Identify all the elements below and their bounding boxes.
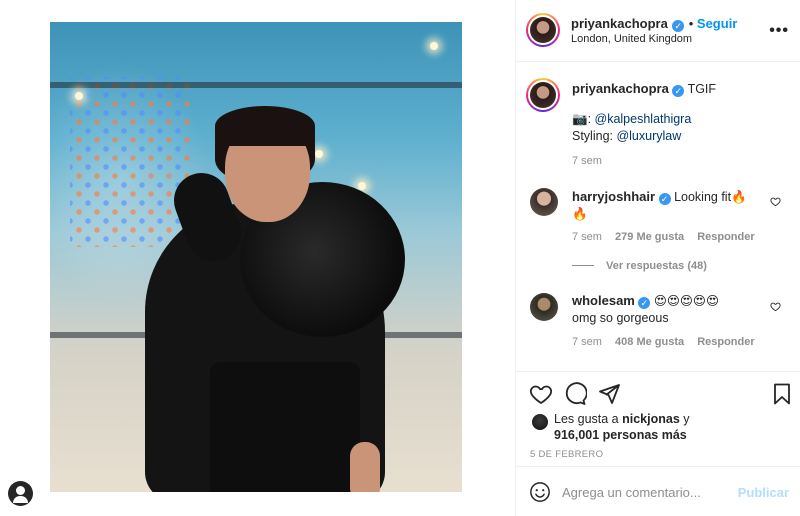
caption-author-avatar[interactable] (526, 78, 560, 112)
share-paper-plane-icon[interactable] (597, 382, 621, 406)
comment-meta: 7 sem 408 Me gusta Responder (572, 336, 755, 348)
comment-meta: 7 sem 279 Me gusta Responder (572, 231, 755, 243)
like-comment-heart-icon[interactable] (770, 196, 781, 207)
post-header: priyankachopra ✓ • Seguir London, United… (516, 0, 800, 62)
comment-time[interactable]: 7 sem (572, 231, 602, 243)
comment-body: wholesam ✓ 😍😍😍😍😍 omg so gorgeous (572, 292, 762, 327)
post-actions: Les gusta a nickjonas y 916,001 personas… (516, 371, 800, 466)
more-options-icon[interactable]: ••• (769, 22, 789, 40)
instagram-post-page: priyankachopra ✓ • Seguir London, United… (0, 0, 800, 516)
photo-shelf (50, 82, 462, 88)
comment-text: Looking fit🔥 (674, 190, 747, 204)
like-comment-heart-icon[interactable] (770, 301, 781, 312)
liker-avatar[interactable] (532, 414, 548, 430)
author-avatar[interactable] (526, 13, 560, 47)
comment-body: harryjoshhair ✓ Looking fit🔥 🔥 (572, 188, 762, 223)
caption-styling: Styling: @luxurylaw (572, 128, 782, 145)
likes-prefix: Les gusta a (554, 412, 623, 426)
post-side-panel: priyankachopra ✓ • Seguir London, United… (515, 0, 800, 516)
comment-text-line2: 🔥 (572, 207, 588, 221)
liker-username[interactable]: nickjonas (622, 412, 680, 426)
verified-badge-icon: ✓ (672, 85, 685, 97)
photographer-mention[interactable]: @kalpeshlathigra (595, 112, 692, 126)
photo-light (430, 42, 438, 50)
styling-prefix: Styling: (572, 129, 617, 143)
photo-skirt (210, 362, 360, 492)
photo-pane (0, 0, 515, 516)
add-comment-bar: Publicar (516, 466, 800, 516)
verified-badge-icon: ✓ (658, 193, 671, 205)
comment-text-line2: omg so gorgeous (572, 311, 669, 325)
commenter-avatar[interactable] (530, 188, 558, 216)
photo-light (75, 92, 83, 100)
follow-button[interactable]: Seguir (697, 16, 737, 31)
photo-light (358, 182, 366, 190)
comment-text: 😍😍😍😍😍 (653, 294, 719, 308)
caption-text: TGIF (687, 82, 717, 96)
photo-backdrop-dots (70, 77, 190, 247)
reply-button[interactable]: Responder (697, 231, 754, 243)
save-bookmark-icon[interactable] (770, 382, 794, 406)
photo-hair-top (215, 106, 315, 146)
post-date[interactable]: 5 DE FEBRERO (530, 449, 603, 460)
caption-time[interactable]: 7 sem (572, 155, 602, 167)
user-avatar-icon[interactable] (8, 481, 33, 506)
publish-button[interactable]: Publicar (738, 485, 789, 500)
emoji-smiley-icon[interactable] (529, 481, 551, 503)
comments-list[interactable]: priyankachopra ✓ TGIF 📷: @kalpeshlathigr… (516, 63, 800, 371)
photo-light (315, 150, 323, 158)
comment-username[interactable]: wholesam (572, 293, 635, 308)
commenter-avatar[interactable] (530, 293, 558, 321)
author-username[interactable]: priyankachopra (571, 16, 668, 31)
photo-hand (350, 442, 380, 492)
like-heart-icon[interactable] (529, 382, 553, 406)
reply-button[interactable]: Responder (697, 336, 754, 348)
comment-username[interactable]: harryjoshhair (572, 189, 655, 204)
caption-credit: 📷: @kalpeshlathigra (572, 111, 782, 128)
camera-credit-prefix: 📷: (572, 112, 595, 126)
likes-count[interactable]: 916,001 personas más (554, 428, 687, 442)
comment-bubble-icon[interactable] (563, 382, 587, 406)
comment-time[interactable]: 7 sem (572, 336, 602, 348)
post-photo[interactable] (50, 22, 462, 492)
replies-divider (572, 265, 594, 266)
separator-dot: • (688, 16, 697, 31)
view-replies-button[interactable]: Ver respuestas (48) (572, 260, 707, 272)
author-row: priyankachopra ✓ • Seguir (571, 15, 737, 33)
verified-badge-icon: ✓ (672, 20, 685, 32)
post-location[interactable]: London, United Kingdom (571, 33, 692, 45)
likes-connector: y (679, 412, 690, 426)
verified-badge-icon: ✓ (638, 297, 651, 309)
comment-input[interactable] (562, 481, 732, 503)
comment-likes[interactable]: 279 Me gusta (615, 231, 684, 243)
likes-summary: Les gusta a nickjonas y 916,001 personas… (554, 411, 690, 443)
caption-username[interactable]: priyankachopra (572, 81, 669, 96)
view-replies-label: Ver respuestas (48) (606, 260, 707, 272)
comment-likes[interactable]: 408 Me gusta (615, 336, 684, 348)
caption: priyankachopra ✓ TGIF (572, 80, 782, 98)
stylist-mention[interactable]: @luxurylaw (616, 129, 681, 143)
